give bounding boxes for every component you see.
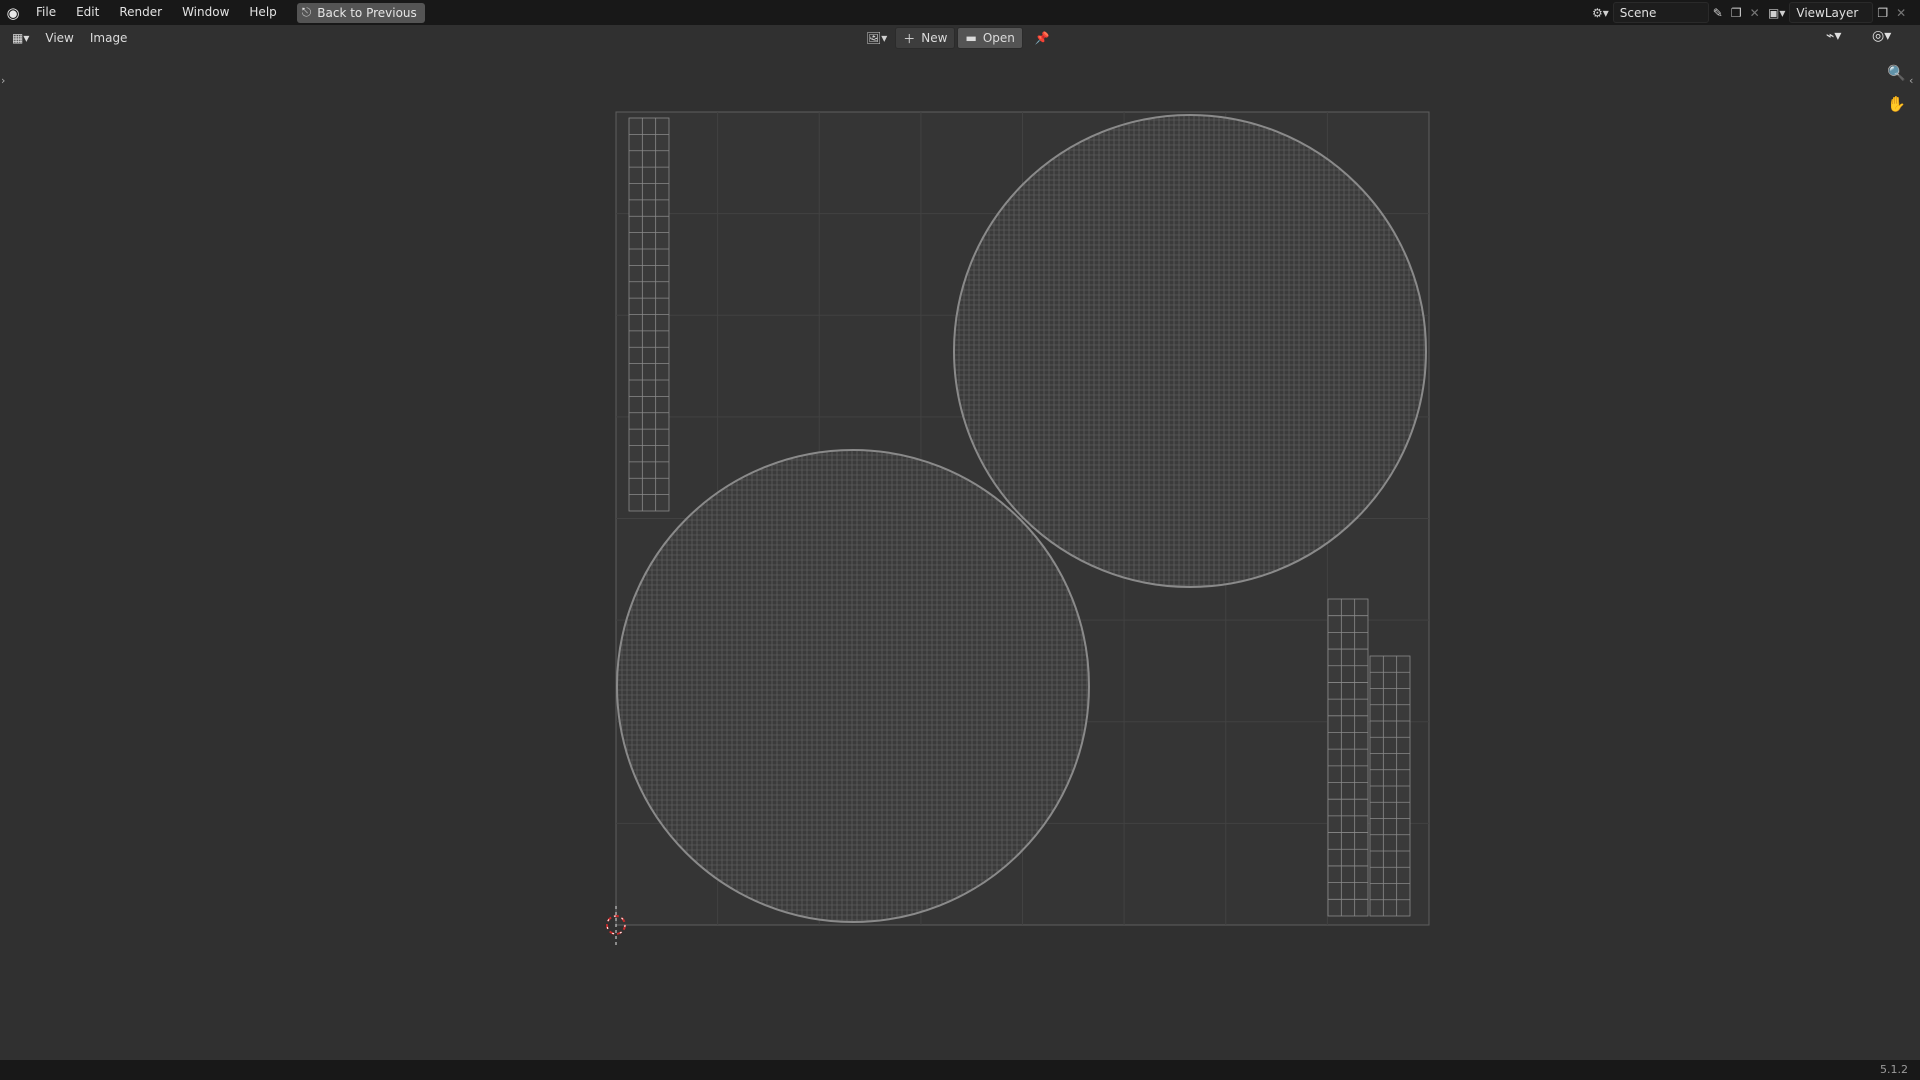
uv-island-strip-left[interactable] bbox=[628, 117, 670, 512]
status-bar: 5.1.2 bbox=[0, 1060, 1920, 1080]
uv-island-sphere-1[interactable] bbox=[953, 114, 1427, 588]
uv-viewport[interactable] bbox=[0, 0, 1920, 1080]
uv-island-strip-right-b[interactable] bbox=[1369, 655, 1411, 917]
uv-island-strip-right-a[interactable] bbox=[1327, 598, 1369, 917]
version-label: 5.1.2 bbox=[1880, 1063, 1908, 1076]
uv-island-sphere-2[interactable] bbox=[616, 449, 1090, 923]
